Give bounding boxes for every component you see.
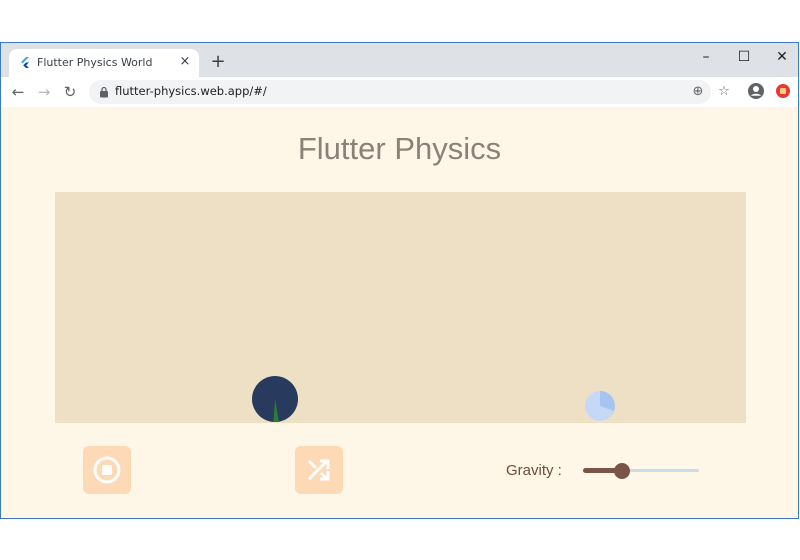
maximize-button[interactable]: ☐ (725, 43, 763, 71)
world-canvas (252, 376, 615, 422)
address-bar[interactable]: flutter-physics.web.app/#/ ⊕ (89, 80, 711, 104)
extension-icon[interactable] (774, 82, 792, 100)
stop-button[interactable] (83, 446, 131, 494)
gravity-slider[interactable] (583, 461, 699, 481)
browser-toolbar: ← → ↻ flutter-physics.web.app/#/ ⊕ ☆ (1, 77, 798, 108)
slider-thumb[interactable] (614, 463, 630, 479)
bookmark-star-icon[interactable]: ☆ (715, 83, 733, 101)
tab-title: Flutter Physics World (37, 56, 153, 69)
stop-icon (93, 456, 121, 484)
minimize-button[interactable]: – (687, 43, 725, 71)
tab-close-icon[interactable]: × (177, 54, 193, 70)
shuffle-icon (307, 459, 330, 481)
light-ball[interactable] (585, 391, 615, 421)
url-text: flutter-physics.web.app/#/ (115, 84, 267, 98)
reload-button[interactable]: ↻ (59, 81, 81, 103)
gravity-label: Gravity : (506, 462, 562, 479)
app-viewport: Flutter Physics Gravity: (1, 107, 798, 518)
new-tab-button[interactable]: + (207, 51, 229, 73)
browser-tab[interactable]: Flutter Physics World × (9, 49, 199, 77)
flutter-icon (21, 57, 29, 68)
browser-window: Flutter Physics World × + – ☐ ✕ ← → ↻ fl… (0, 42, 799, 519)
back-button[interactable]: ← (7, 81, 29, 103)
shuffle-button[interactable] (295, 446, 343, 494)
page-title: Flutter Physics (297, 131, 502, 166)
physics-world[interactable] (55, 192, 746, 423)
lock-icon (100, 86, 108, 98)
close-window-button[interactable]: ✕ (763, 43, 798, 71)
forward-button[interactable]: → (33, 81, 55, 103)
zoom-icon[interactable]: ⊕ (689, 83, 707, 101)
title-bar: Flutter Physics World × + – ☐ ✕ (1, 43, 798, 77)
dark-ball[interactable] (252, 376, 298, 422)
account-icon[interactable] (747, 82, 765, 100)
